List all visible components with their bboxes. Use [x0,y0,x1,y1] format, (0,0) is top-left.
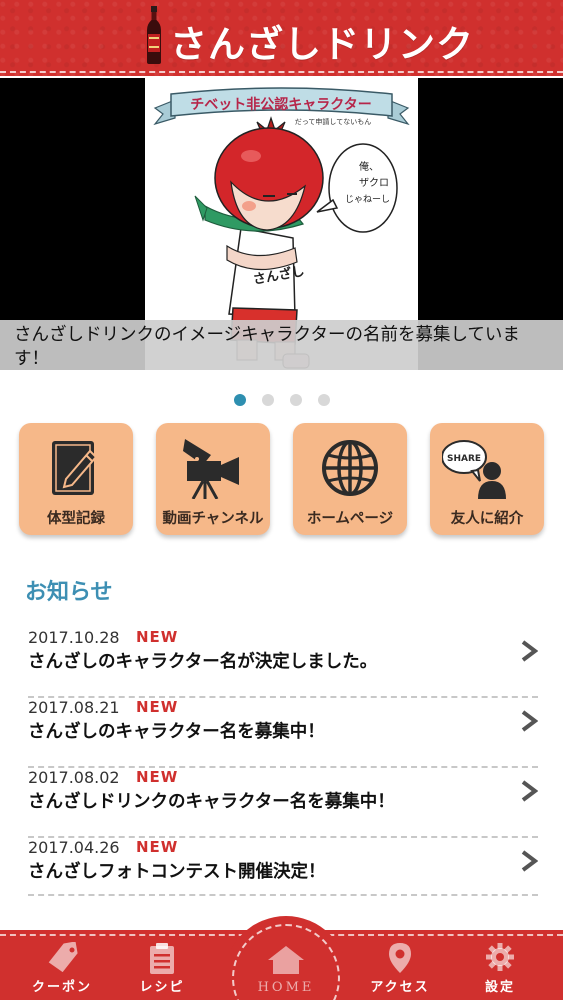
tab-access[interactable]: アクセス [350,940,450,1000]
menu-tile-homepage[interactable]: ホームページ [293,423,407,535]
news-item[interactable]: 2017.04.26 NEW さんざしフォトコンテスト開催決定！ [28,838,538,896]
chevron-right-icon [521,850,538,872]
tab-label: 設定 [484,980,515,995]
news-date: 2017.10.28 [28,628,120,647]
carousel-dot-1[interactable] [234,394,246,406]
app-title: さんざしドリンク [170,23,474,66]
menu-tile-refer-friend[interactable]: SHARE 友人に紹介 [430,423,544,535]
coupon-tag-icon [48,942,78,972]
banner-slider[interactable]: チベット非公認キャラクター だって申請してないもん 俺、 ザクロ じゃねーし さ… [0,78,563,370]
tab-label: アクセス [370,980,430,995]
clipboard-icon [150,943,174,974]
tab-label: クーポン [31,980,92,995]
speech-line-2: ザクロ [359,177,389,189]
news-date: 2017.08.02 [28,768,120,787]
news-headline: さんざしフォトコンテスト開催決定！ [28,862,326,882]
speech-line-1: 俺、 [359,160,379,173]
drink-bottle-icon [147,6,161,64]
news-date: 2017.04.26 [28,838,120,857]
menu-tile-label: 動画チャンネル [162,511,264,527]
news-item[interactable]: 2017.10.28 NEW さんざしのキャラクター名が決定しました。 [28,628,538,698]
menu-tile-video-channel[interactable]: 動画チャンネル [156,423,270,535]
share-text: SHARE [447,454,481,464]
new-badge: NEW [136,768,179,786]
speech-line-3: じゃねーし [345,194,390,205]
map-pin-icon [389,943,411,973]
chevron-right-icon [521,640,538,662]
news-headline: さんざしドリンクのキャラクター名を募集中！ [28,792,395,812]
new-badge: NEW [136,838,179,856]
ribbon-text: チベット非公認キャラクター [190,96,371,113]
menu-tile-label: ホームページ [306,511,394,527]
tab-coupon[interactable]: クーポン [12,940,112,1000]
new-badge: NEW [136,628,179,646]
carousel-indicator [234,394,330,406]
news-date: 2017.08.21 [28,698,120,717]
share-person-icon: SHARE [442,440,506,499]
chevron-right-icon [521,780,538,802]
app-header: さんざしドリンク [0,0,563,76]
video-camera-icon [183,439,239,499]
gear-icon [486,943,514,971]
news-headline: さんざしのキャラクター名が決定しました。 [28,652,378,672]
carousel-dot-3[interactable] [290,394,302,406]
carousel-dot-2[interactable] [262,394,274,406]
notebook-pencil-icon [52,441,98,495]
new-badge: NEW [136,698,179,716]
news-headline: さんざしのキャラクター名を募集中！ [28,722,325,742]
tab-label: レシピ [139,980,185,995]
globe-icon [322,440,378,496]
house-icon [268,946,304,974]
header-stitch [0,71,563,73]
carousel-dot-4[interactable] [318,394,330,406]
menu-tile-label: 友人に紹介 [450,511,524,527]
menu-tile-label: 体型記録 [47,511,105,527]
tab-home[interactable]: HOME [236,940,336,1000]
chevron-right-icon [521,710,538,732]
news-section-title: お知らせ [25,580,113,605]
news-item[interactable]: 2017.08.21 NEW さんざしのキャラクター名を募集中！ [28,698,538,768]
ribbon-subtitle: だって申請してないもん [295,117,371,126]
menu-tile-body-record[interactable]: 体型記録 [19,423,133,535]
news-item[interactable]: 2017.08.02 NEW さんざしドリンクのキャラクター名を募集中！ [28,768,538,838]
tab-label: HOME [257,980,315,995]
tab-recipe[interactable]: レシピ [112,940,212,1000]
banner-caption: さんざしドリンクのイメージキャラクターの名前を募集しています！ [0,320,563,370]
tab-settings[interactable]: 設定 [450,940,550,1000]
